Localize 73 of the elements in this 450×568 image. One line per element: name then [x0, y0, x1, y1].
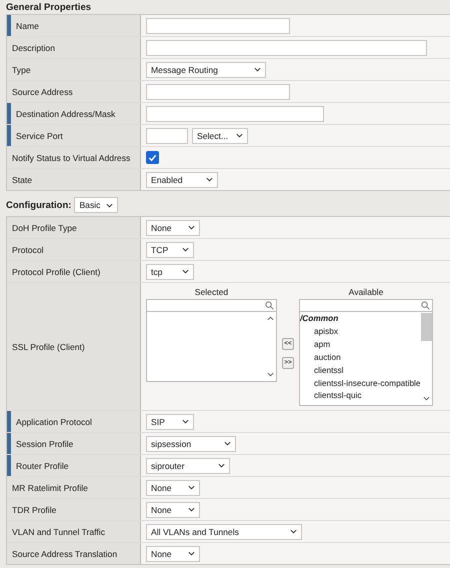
list-item[interactable]: apm	[300, 338, 420, 351]
section-title: Configuration:	[6, 200, 72, 210]
chevron-icon	[106, 202, 114, 208]
dropdown[interactable]: SIP	[146, 414, 194, 430]
list-title: Available	[348, 286, 384, 299]
configuration-select[interactable]: Basic	[74, 197, 118, 213]
dropdown[interactable]: None	[146, 502, 200, 518]
list-item[interactable]: auction	[300, 350, 420, 364]
dropdown[interactable]: None	[146, 480, 200, 496]
text-field[interactable]	[146, 84, 290, 100]
chevron-icon	[188, 507, 195, 512]
list-item[interactable]: clientssl-quic	[300, 389, 420, 402]
text-field[interactable]	[146, 40, 427, 56]
checkbox[interactable]	[146, 151, 159, 164]
chevron-icon	[182, 247, 189, 252]
section-title: General Properties	[6, 2, 92, 12]
scroll-up-icon	[266, 316, 274, 321]
chevron-icon	[206, 177, 213, 182]
field-label: Source Address Translation	[7, 543, 141, 564]
list-item[interactable]: clientssl	[300, 364, 420, 377]
search-field[interactable]	[299, 299, 433, 312]
field-label: Description	[7, 37, 141, 58]
dropdown[interactable]: None	[146, 220, 200, 236]
selected-list[interactable]	[146, 312, 277, 382]
chevron-icon	[182, 419, 189, 424]
port-dropdown[interactable]: Select...	[192, 128, 248, 144]
scroll-down-icon	[422, 396, 430, 401]
dropdown[interactable]: All VLANs and Tunnels	[146, 524, 302, 540]
port-field[interactable]	[146, 128, 188, 144]
field-label: DoH Profile Type	[7, 217, 141, 238]
field-label: Protocol Profile (Client)	[7, 261, 141, 282]
dropdown[interactable]: Enabled	[146, 172, 218, 188]
search-icon	[421, 301, 430, 310]
search-icon	[265, 301, 274, 310]
field-label: VLAN and Tunnel Traffic	[7, 521, 141, 542]
field-label: Destination Address/Mask	[7, 103, 141, 124]
dropdown[interactable]: tcp	[146, 264, 194, 280]
list-item[interactable]: clientssl-insecure-compatible	[300, 376, 420, 390]
field-label: MR Ratelimit Profile	[7, 477, 141, 498]
chevron-icon	[182, 269, 189, 274]
field-label: Session Profile	[7, 433, 141, 454]
text-field[interactable]	[146, 106, 324, 122]
dropdown[interactable]: Message Routing	[146, 62, 266, 78]
list-item[interactable]: apisbx	[300, 324, 420, 338]
field-label: Type	[7, 59, 141, 80]
chevron-icon	[188, 551, 195, 556]
field-label: Notify Status to Virtual Address	[7, 147, 141, 168]
chevron-icon	[188, 225, 195, 230]
field-label: State	[7, 169, 141, 190]
text-field[interactable]	[146, 18, 290, 34]
chevron-icon	[224, 441, 231, 446]
field-label: SSL Profile (Client)	[7, 283, 141, 410]
list-title: Selected	[194, 286, 228, 299]
field-label: Protocol	[7, 239, 141, 260]
scroll-down-icon	[266, 372, 274, 377]
chevron-icon	[236, 133, 243, 138]
folder-label: /Common	[300, 312, 340, 325]
chevron-icon	[290, 529, 297, 534]
field-label: Service Port	[7, 125, 141, 146]
field-label: TDR Profile	[7, 499, 141, 520]
field-label: Application Protocol	[7, 411, 141, 432]
dropdown[interactable]: siprouter	[146, 458, 230, 474]
field-label: Source Address	[7, 81, 141, 102]
field-label: Router Profile	[7, 455, 141, 476]
chevron-icon	[254, 67, 261, 72]
dropdown[interactable]: None	[146, 546, 200, 562]
dropdown[interactable]: sipsession	[146, 436, 236, 452]
search-field[interactable]	[146, 299, 277, 312]
dropdown[interactable]: TCP	[146, 242, 194, 258]
field-label: Name	[7, 15, 141, 36]
chevron-icon	[188, 485, 195, 490]
scrollbar-thumb[interactable]	[420, 313, 432, 341]
chevron-icon	[218, 463, 225, 468]
